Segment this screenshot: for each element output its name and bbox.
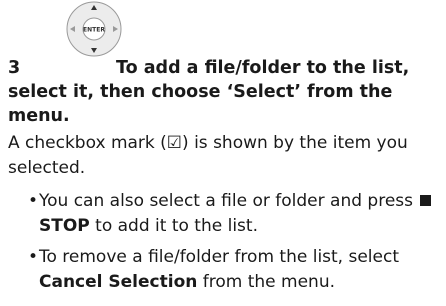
notes-list: • You can also select a file or folder a… [8,189,438,295]
step-3: 3 To add a file/folder to the list, selec… [8,56,438,301]
dpad-enter-icon: ENTER [64,0,124,58]
step-number: 3 [8,58,21,78]
note-item: • You can also select a file or folder a… [8,189,438,239]
bullet-icon: • [28,247,39,267]
cancel-selection-label: Cancel Selection [39,272,198,292]
step-description: A checkbox mark (☑) is shown by the item… [8,133,408,178]
checkbox-mark-icon: ☑ [166,133,183,153]
stop-label: STOP [39,216,90,236]
svg-text:ENTER: ENTER [83,27,105,34]
step-heading: 3 To add a file/folder to the list, selec… [8,56,438,128]
bullet-icon: • [28,191,39,211]
note-item: • To remove a file/folder from the list,… [28,247,400,292]
stop-icon [420,195,432,206]
